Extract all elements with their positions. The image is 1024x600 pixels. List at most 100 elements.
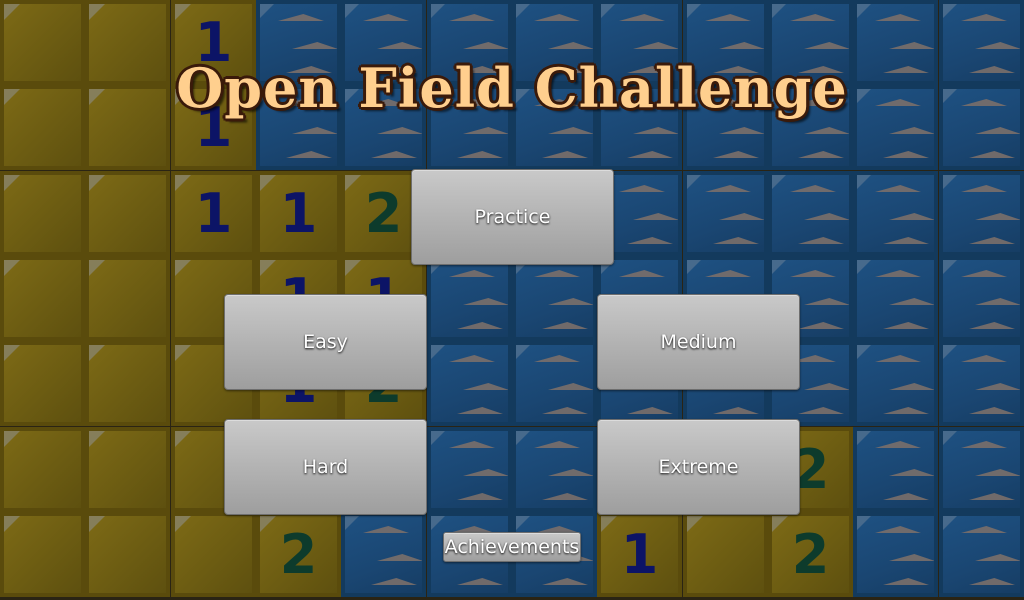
wave-icon bbox=[969, 578, 1015, 585]
revealed-tile[interactable] bbox=[85, 341, 170, 426]
hidden-tile[interactable] bbox=[427, 341, 512, 426]
revealed-tile[interactable]: 1 bbox=[171, 171, 256, 256]
wave-icon bbox=[961, 441, 1007, 448]
wave-icon bbox=[449, 14, 495, 21]
revealed-tile[interactable] bbox=[683, 512, 768, 597]
wave-icon bbox=[883, 322, 929, 329]
wave-icon bbox=[548, 469, 593, 476]
wave-icon bbox=[975, 213, 1020, 220]
revealed-tile[interactable] bbox=[85, 512, 170, 597]
wave-icon bbox=[889, 298, 934, 305]
wave-icon bbox=[633, 42, 678, 49]
wave-icon bbox=[798, 237, 844, 244]
wave-icon bbox=[961, 14, 1007, 21]
hidden-tile[interactable] bbox=[939, 341, 1024, 426]
tile-number: 1 bbox=[279, 182, 318, 245]
wave-icon bbox=[713, 407, 759, 414]
wave-icon bbox=[457, 493, 503, 500]
revealed-tile[interactable]: 1 bbox=[256, 171, 341, 256]
practice-button[interactable]: Practice bbox=[411, 169, 614, 265]
wave-icon bbox=[875, 270, 921, 277]
wave-icon bbox=[804, 42, 849, 49]
revealed-tile[interactable] bbox=[85, 256, 170, 341]
hidden-tile[interactable] bbox=[853, 256, 938, 341]
wave-icon bbox=[542, 322, 588, 329]
wave-icon bbox=[705, 270, 751, 277]
wave-icon bbox=[449, 441, 495, 448]
easy-button[interactable]: Easy bbox=[224, 294, 427, 390]
revealed-tile[interactable] bbox=[0, 512, 85, 597]
hidden-tile[interactable] bbox=[853, 171, 938, 256]
revealed-tile[interactable] bbox=[85, 171, 170, 256]
wave-icon bbox=[961, 526, 1007, 533]
wave-icon bbox=[542, 493, 588, 500]
wave-icon bbox=[975, 127, 1020, 134]
wave-icon bbox=[790, 185, 836, 192]
wave-icon bbox=[457, 578, 503, 585]
revealed-tile[interactable] bbox=[0, 171, 85, 256]
hidden-tile[interactable] bbox=[939, 256, 1024, 341]
hidden-tile[interactable] bbox=[341, 512, 426, 597]
wave-icon bbox=[961, 185, 1007, 192]
wave-icon bbox=[804, 298, 849, 305]
wave-icon bbox=[975, 383, 1020, 390]
wave-icon bbox=[875, 14, 921, 21]
achievements-button[interactable]: Achievements bbox=[443, 532, 581, 562]
wave-icon bbox=[798, 407, 844, 414]
medium-button[interactable]: Medium bbox=[597, 294, 800, 390]
hidden-tile[interactable] bbox=[939, 512, 1024, 597]
hidden-tile[interactable] bbox=[512, 341, 597, 426]
revealed-tile[interactable]: 1 bbox=[597, 512, 682, 597]
hidden-tile[interactable] bbox=[768, 171, 853, 256]
wave-icon bbox=[542, 578, 588, 585]
wave-icon bbox=[627, 237, 673, 244]
wave-icon bbox=[883, 237, 929, 244]
wave-icon bbox=[449, 355, 495, 362]
wave-icon bbox=[889, 554, 934, 561]
wave-icon bbox=[548, 127, 593, 134]
wave-icon bbox=[548, 42, 593, 49]
hidden-tile[interactable] bbox=[853, 512, 938, 597]
wave-icon bbox=[371, 151, 417, 158]
hidden-tile[interactable] bbox=[427, 427, 512, 512]
wave-icon bbox=[875, 185, 921, 192]
wave-icon bbox=[719, 42, 764, 49]
wave-icon bbox=[633, 213, 678, 220]
wave-icon bbox=[975, 42, 1020, 49]
wave-icon bbox=[457, 322, 503, 329]
hidden-tile[interactable] bbox=[512, 427, 597, 512]
revealed-tile[interactable] bbox=[0, 341, 85, 426]
wave-icon bbox=[463, 127, 508, 134]
extreme-button[interactable]: Extreme bbox=[597, 419, 800, 515]
hidden-tile[interactable] bbox=[853, 341, 938, 426]
wave-icon bbox=[804, 127, 849, 134]
revealed-tile[interactable]: 2 bbox=[256, 512, 341, 597]
wave-icon bbox=[883, 151, 929, 158]
wave-icon bbox=[969, 407, 1015, 414]
revealed-tile[interactable]: 2 bbox=[768, 512, 853, 597]
wave-icon bbox=[875, 526, 921, 533]
wave-icon bbox=[377, 554, 422, 561]
hidden-tile[interactable] bbox=[939, 427, 1024, 512]
wave-icon bbox=[363, 526, 409, 533]
hidden-tile[interactable] bbox=[512, 256, 597, 341]
hidden-tile[interactable] bbox=[427, 256, 512, 341]
revealed-tile[interactable] bbox=[85, 427, 170, 512]
wave-icon bbox=[889, 42, 934, 49]
hidden-tile[interactable] bbox=[853, 427, 938, 512]
hard-button[interactable]: Hard bbox=[224, 419, 427, 515]
revealed-tile[interactable] bbox=[0, 256, 85, 341]
wave-icon bbox=[883, 578, 929, 585]
hidden-tile[interactable] bbox=[939, 171, 1024, 256]
revealed-tile[interactable] bbox=[171, 512, 256, 597]
wave-icon bbox=[883, 493, 929, 500]
wave-icon bbox=[377, 127, 422, 134]
hidden-tile[interactable] bbox=[683, 171, 768, 256]
revealed-tile[interactable] bbox=[0, 427, 85, 512]
wave-icon bbox=[278, 14, 324, 21]
wave-icon bbox=[975, 554, 1020, 561]
wave-icon bbox=[292, 127, 337, 134]
wave-icon bbox=[889, 469, 934, 476]
tile-number: 1 bbox=[620, 523, 659, 586]
wave-icon bbox=[719, 127, 764, 134]
